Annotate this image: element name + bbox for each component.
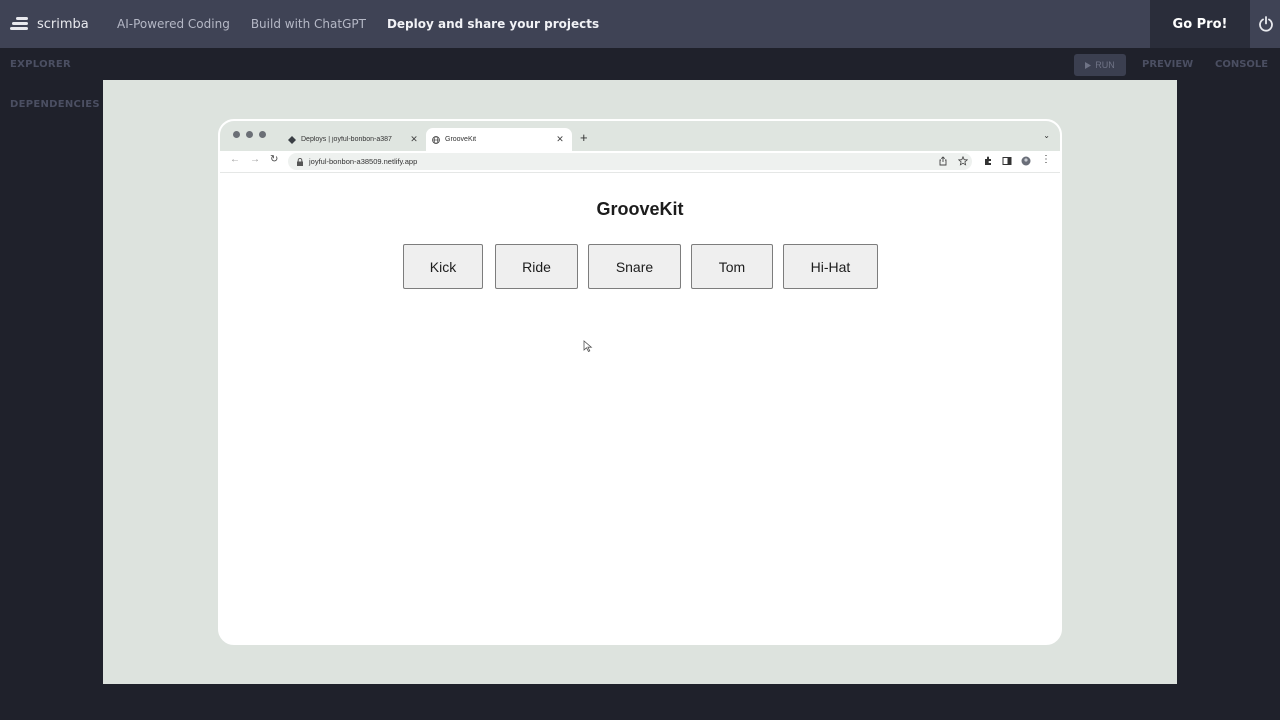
side-panel-icon[interactable] [1002,156,1012,166]
go-pro-button[interactable]: Go Pro! [1150,0,1250,48]
chevron-down-icon[interactable]: ⌄ [1043,131,1050,140]
snare-button[interactable]: Snare [588,244,681,289]
new-tab-button[interactable]: + [580,130,588,145]
run-label: RUN [1095,60,1115,70]
kick-button[interactable]: Kick [403,244,483,289]
browser-tab-deploys[interactable]: Deploys | joyful-bonbon-a387 ✕ [282,128,426,151]
explorer-label[interactable]: EXPLORER [10,59,71,70]
globe-icon [432,135,440,144]
hi-hat-button[interactable]: Hi-Hat [783,244,878,289]
dependencies-label[interactable]: DEPENDENCIES [10,99,100,110]
tab-preview[interactable]: PREVIEW [1142,59,1193,70]
tab-console[interactable]: CONSOLE [1215,59,1268,70]
netlify-favicon-icon [288,135,296,144]
scrimba-logo[interactable]: scrimba [10,17,100,32]
forward-arrow-icon[interactable]: → [250,154,260,165]
breadcrumb-module[interactable]: Build with ChatGPT [251,17,366,31]
url-text: joyful-bonbon-a38509.netlify.app [309,157,418,166]
scrimba-logo-icon [10,17,28,31]
extensions-icon[interactable] [983,156,993,166]
reload-icon[interactable]: ↻ [270,154,278,165]
browser-window: Deploys | joyful-bonbon-a387 ✕ GrooveKit… [218,119,1062,645]
tom-button[interactable]: Tom [691,244,773,289]
back-arrow-icon[interactable]: ← [230,154,240,165]
logo-text: scrimba [37,16,89,32]
browser-tab-title: GrooveKit [445,136,477,143]
browser-tab-groovekit[interactable]: GrooveKit ✕ [426,128,572,151]
profile-avatar-icon[interactable] [1021,156,1031,166]
page-title: GrooveKit [596,199,684,219]
breadcrumb-course[interactable]: AI-Powered Coding [117,17,230,31]
breadcrumb-lesson[interactable]: Deploy and share your projects [387,17,599,31]
lock-icon[interactable] [296,157,304,166]
more-menu-icon[interactable]: ⋮ [1041,154,1051,165]
bookmark-star-icon[interactable] [958,156,968,166]
run-button[interactable]: RUN [1074,54,1126,76]
browser-tab-strip: Deploys | joyful-bonbon-a387 ✕ GrooveKit… [220,121,1060,151]
top-bar: scrimba AI-Powered Coding Build with Cha… [0,0,1280,48]
power-icon[interactable] [1258,16,1274,32]
groovekit-page: GrooveKit Kick Ride Snare Tom Hi-Hat [220,174,1060,643]
play-icon [1085,61,1092,69]
window-controls[interactable] [233,131,266,138]
browser-toolbar: ← → ↻ joyful-bonbon-a38509.netlify.app ⋮ [220,151,1060,173]
browser-tab-title: Deploys | joyful-bonbon-a387 [301,136,392,143]
ride-button[interactable]: Ride [495,244,578,289]
mouse-cursor-icon [583,340,593,352]
address-bar[interactable]: joyful-bonbon-a38509.netlify.app [288,153,972,170]
close-tab-icon[interactable]: ✕ [408,134,420,145]
share-icon[interactable] [938,156,948,166]
close-tab-icon[interactable]: ✕ [554,134,566,145]
